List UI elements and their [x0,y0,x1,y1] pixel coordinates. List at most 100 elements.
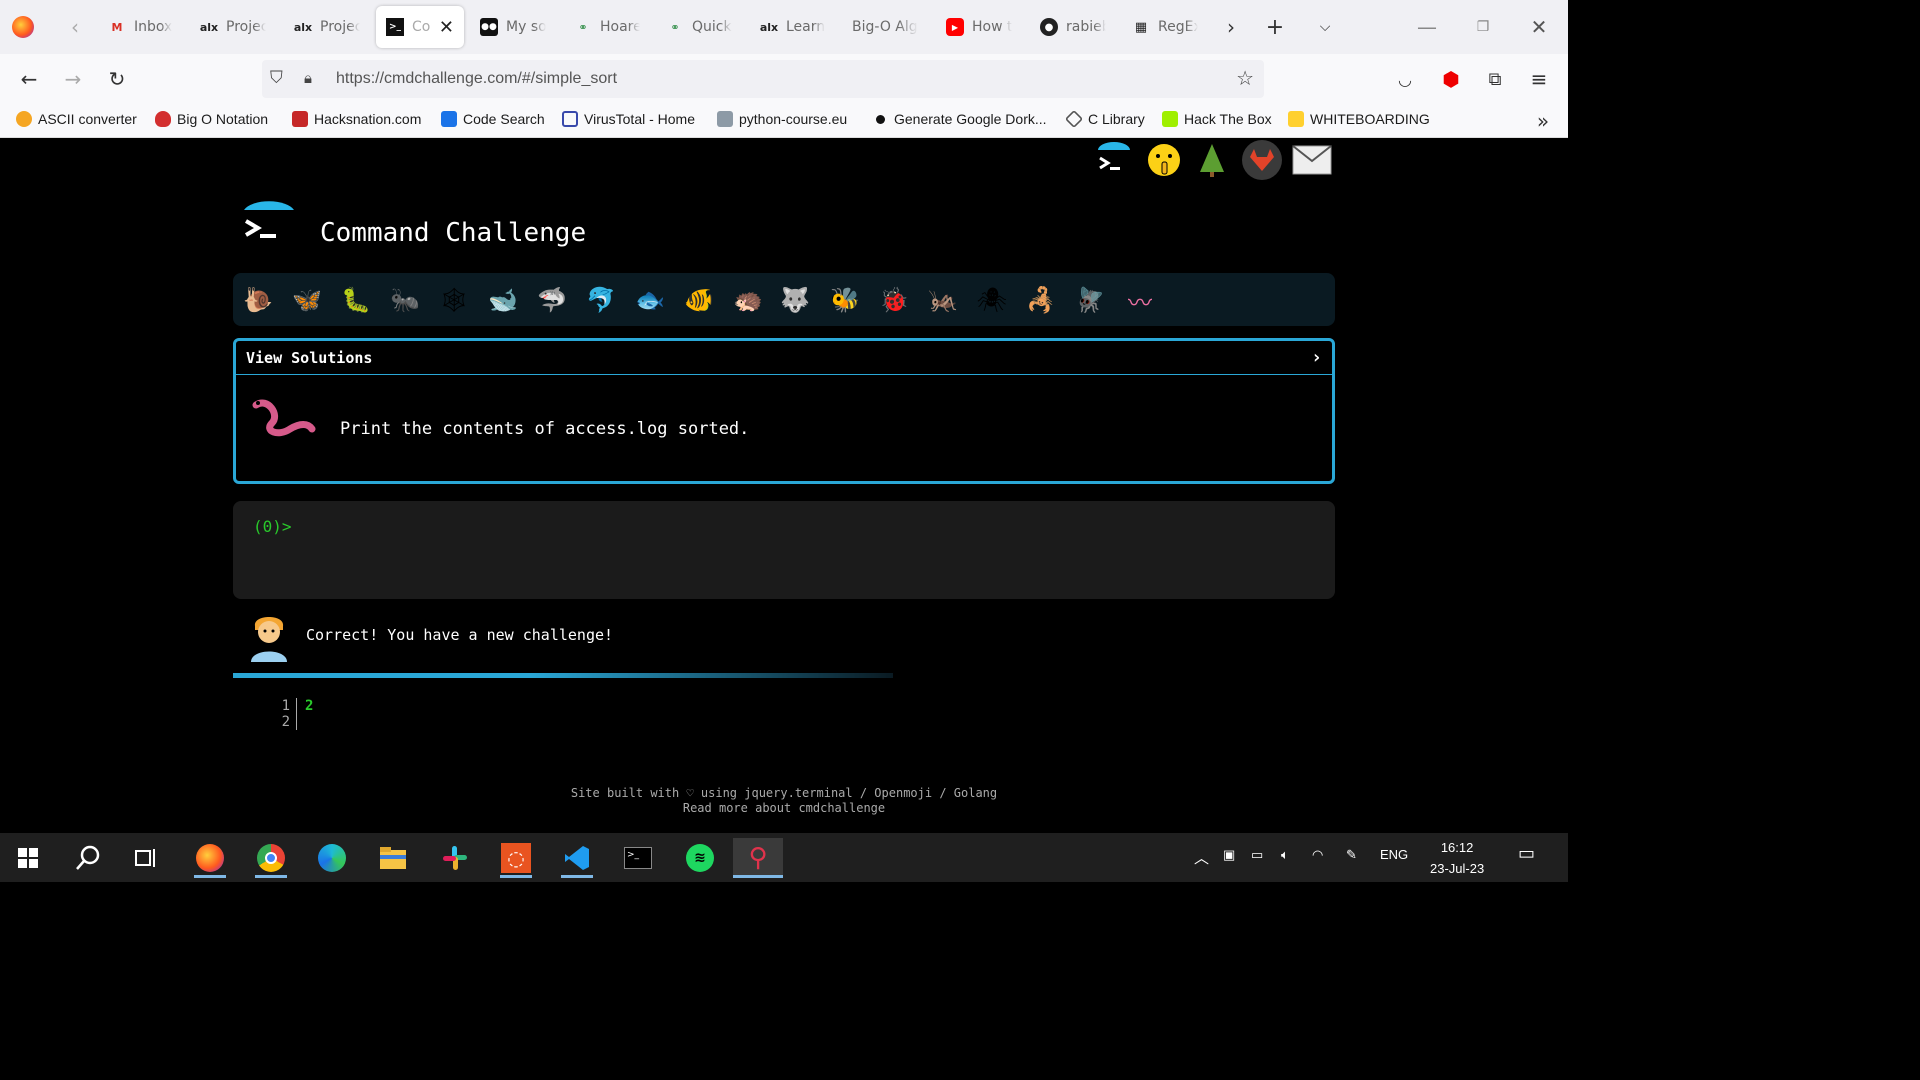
fly-icon[interactable]: 🪰 [1073,283,1107,317]
hedgehog-icon[interactable]: 🦔 [731,283,765,317]
hamburger-menu-icon[interactable]: ≡ [1526,66,1552,92]
wifi-icon[interactable]: ◠ [1312,847,1323,863]
bookmark-python-course[interactable]: python-course.eu [717,111,847,127]
footer-credits[interactable]: Site built with ♡ using jquery.terminal … [0,786,1568,801]
url-text[interactable]: https://cmdchallenge.com/#/simple_sort [336,70,617,88]
forward-icon[interactable]: → [60,66,86,92]
butterfly-icon[interactable]: 🦋 [290,283,324,317]
pocket-icon[interactable]: ◡ [1392,66,1418,92]
tab-quicksort[interactable]: ⚭ Quick [656,6,742,48]
shark-icon[interactable]: 🦈 [535,283,569,317]
tab-big-o[interactable]: Big-O Alg [842,6,932,48]
close-window-icon[interactable]: ✕ [1526,14,1552,40]
show-hidden-icons[interactable]: ︿ [1194,847,1209,868]
firefox-icon[interactable] [190,838,230,878]
view-solutions-toggle[interactable]: View Solutions › [236,341,1332,375]
cricket-icon[interactable]: 🦗 [926,283,960,317]
footer-read-more[interactable]: Read more about cmdchallenge [0,801,1568,816]
dot-icon [876,114,885,124]
tree-icon[interactable] [1190,138,1234,182]
bee-icon[interactable]: 🐝 [828,283,862,317]
tab-scroll-left-icon[interactable]: ‹ [62,14,88,40]
tab-scroll-right-icon[interactable]: › [1218,14,1244,40]
close-tab-icon[interactable]: ✕ [439,17,454,38]
bookmark-hacksnation[interactable]: Hacksnation.com [292,111,421,127]
terminal-prompt[interactable]: (0)> [253,517,292,536]
restore-icon[interactable]: ❐ [1470,14,1496,40]
fish-icon[interactable]: 🐟 [633,283,667,317]
challenge-progress-bar: 🐌 🦋 🐛 🐜 🕸 🐋 🦈 🐬 🐟 🐠 🦔 🐺 🐝 🐞 🦗 🕷 🦂 🪰 〰 [233,273,1335,326]
notification-center-icon[interactable]: ▭ [1518,843,1535,864]
bookmark-whiteboarding[interactable]: WHITEBOARDING [1288,111,1430,127]
tab-hoare[interactable]: ⚭ Hoare [564,6,650,48]
vscode-icon[interactable] [557,838,597,878]
worm-icon[interactable]: 〰 [1123,283,1157,317]
new-tab-icon[interactable]: + [1262,14,1288,40]
back-icon[interactable]: ← [16,66,42,92]
tab-youtube[interactable]: ▶ How t [936,6,1022,48]
ant-icon[interactable]: 🐜 [388,283,422,317]
tab-project-2[interactable]: alx Projec [284,6,370,48]
spiderweb-icon[interactable]: 🕸 [437,283,471,317]
search-icon[interactable] [68,838,108,878]
wolf-icon[interactable]: 🐺 [778,283,812,317]
bookmark-virustotal[interactable]: VirusTotal - Home [562,111,695,127]
firefox-menu-icon[interactable] [12,16,34,38]
snail-icon[interactable]: 🐌 [241,283,275,317]
edge-icon[interactable] [312,838,352,878]
scorpion-icon[interactable]: 🦂 [1024,283,1058,317]
more-bookmarks-icon[interactable]: » [1530,108,1556,134]
shield-icon[interactable]: ⛉ [270,68,283,88]
chrome-icon[interactable] [251,838,291,878]
tab-learn[interactable]: alx Learn [750,6,836,48]
reload-icon[interactable]: ↻ [104,66,130,92]
whale-icon[interactable]: 🐋 [486,283,520,317]
pen-icon[interactable]: ✎ [1346,847,1357,863]
command-terminal[interactable]: (0)> [233,501,1335,599]
spider-icon[interactable]: 🕷 [975,283,1009,317]
cmdchallenge-icon[interactable]: ⚲ [733,838,783,878]
task-view-icon[interactable] [126,838,166,878]
extensions-icon[interactable]: ⧉ [1482,66,1508,92]
battery-icon[interactable]: ▭ [1251,847,1263,863]
terminal-logo-icon[interactable] [1092,138,1136,182]
mail-icon[interactable] [1290,138,1334,182]
url-bar[interactable]: ⛉ 🔒︎ https://cmdchallenge.com/#/simple_s… [262,60,1264,98]
bookmark-c-library[interactable]: C Library [1064,109,1145,129]
flag-icon [292,111,308,127]
ladybug-icon[interactable]: 🐞 [877,283,911,317]
minimize-icon[interactable]: — [1414,14,1440,40]
language-indicator[interactable]: ENG [1380,847,1408,862]
caterpillar-icon[interactable]: 🐛 [339,283,373,317]
meet-now-icon[interactable]: ▣ [1223,847,1235,863]
tab-cmdchallenge[interactable]: >_ Cor ✕ [376,6,464,48]
ublock-icon[interactable]: ⬢ [1438,66,1464,92]
slack-icon[interactable] [435,838,475,878]
tropical-fish-icon[interactable]: 🐠 [682,283,716,317]
list-tabs-icon[interactable]: ⌵ [1312,14,1338,40]
bookmark-code-search[interactable]: Code Search [441,111,545,127]
chevron-right-icon[interactable]: › [1311,347,1322,368]
volume-icon[interactable]: 🔈︎ [1281,847,1289,863]
lock-icon[interactable]: 🔒︎ [304,69,312,87]
tab-medium[interactable]: ●● My so [470,6,556,48]
tab-regex[interactable]: ▦ RegEx [1122,6,1208,48]
gitlab-icon[interactable] [1240,138,1284,182]
bookmark-google-dork[interactable]: Generate Google Dork... [873,111,1047,127]
ubuntu-icon[interactable]: ◌ [496,838,536,878]
tab-github[interactable]: ● rabieb [1030,6,1116,48]
dolphin-icon[interactable]: 🐬 [584,283,618,317]
tab-project-1[interactable]: alx Projec [190,6,276,48]
gmail-icon: M [111,20,123,34]
bookmark-ascii-converter[interactable]: ASCII converter [16,111,137,127]
spotify-icon[interactable]: ≋ [680,838,720,878]
terminal-icon[interactable]: >_ [618,838,658,878]
shush-face-icon[interactable] [1142,138,1186,182]
bookmark-big-o-notation[interactable]: Big O Notation [155,111,268,127]
windows-start-icon[interactable] [8,838,48,878]
bookmark-star-icon[interactable]: ☆ [1236,66,1254,90]
system-clock[interactable]: 16:12 23-Jul-23 [1430,837,1484,879]
bookmark-hack-the-box[interactable]: Hack The Box [1162,111,1272,127]
file-explorer-icon[interactable] [373,838,413,878]
tab-inbox[interactable]: M Inbox [98,6,184,48]
